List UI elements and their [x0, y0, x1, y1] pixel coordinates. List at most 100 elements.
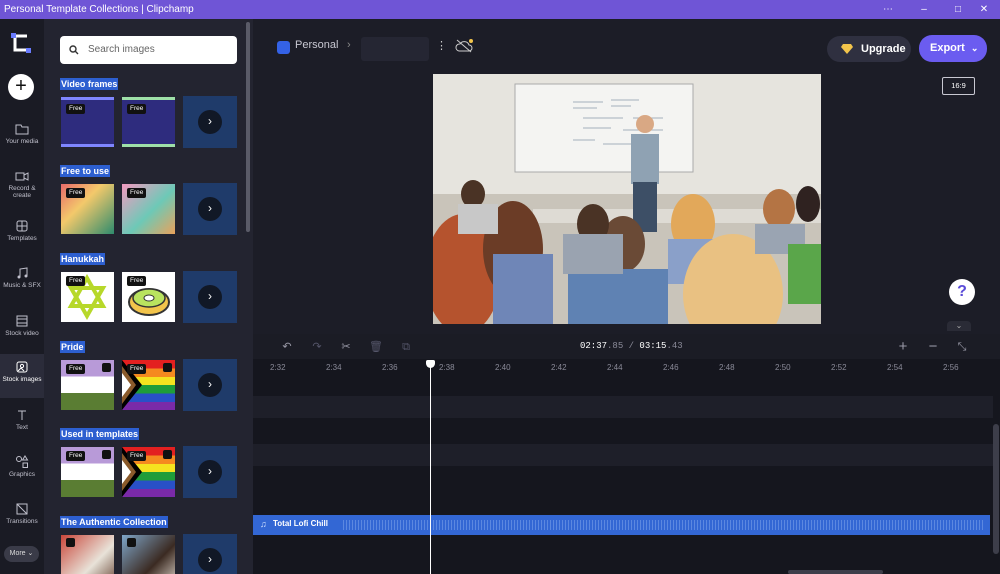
- nav-stock-images[interactable]: Stock images: [0, 354, 44, 398]
- video-track[interactable]: [253, 444, 993, 466]
- image-thumbnail[interactable]: Free: [61, 447, 114, 497]
- see-more-tile[interactable]: ›: [183, 359, 237, 411]
- preview-area: Personal › ⋮ Upgrade Export ⌄ 16:9 ? ⌄: [253, 19, 1000, 334]
- ruler-tick: 2:38: [439, 363, 455, 372]
- window-close-button[interactable]: ✕: [966, 0, 1000, 19]
- timeline-toolbar: ↶ ↷ ✂ 🗑 ⧉ 02:37.85 / 03:15.43 + − ⤡: [253, 334, 1000, 359]
- image-thumbnail[interactable]: Free: [61, 360, 114, 410]
- timeline-horizontal-scrollbar[interactable]: [788, 570, 883, 574]
- ruler-tick: 2:32: [270, 363, 286, 372]
- music-note-icon: ♫: [260, 519, 267, 529]
- ruler-tick: 2:34: [326, 363, 342, 372]
- film-icon: [16, 315, 28, 327]
- more-options-icon[interactable]: ⋮: [436, 39, 447, 52]
- audio-waveform: [343, 520, 983, 530]
- nav-your-media[interactable]: Your media: [0, 116, 44, 160]
- redo-icon[interactable]: ↷: [309, 339, 325, 355]
- nav-music-sfx[interactable]: Music & SFX: [0, 260, 44, 304]
- ruler-tick: 2:52: [831, 363, 847, 372]
- text-icon: [18, 410, 26, 420]
- window-minimize-button[interactable]: –: [906, 0, 942, 19]
- window-options-button[interactable]: ⋯: [870, 0, 906, 19]
- grid-icon: [16, 220, 28, 232]
- scissors-icon[interactable]: ✂: [338, 339, 354, 355]
- audio-clip[interactable]: ♫ Total Lofi Chill: [253, 515, 990, 535]
- undo-icon[interactable]: ↶: [279, 339, 295, 355]
- image-thumbnail[interactable]: Free: [122, 360, 175, 410]
- search-icon: [69, 45, 79, 55]
- nav-record-create[interactable]: Record & create: [0, 163, 44, 207]
- see-more-tile[interactable]: ›: [183, 446, 237, 498]
- section-title: The Authentic Collection: [60, 516, 168, 528]
- clipchamp-logo-icon[interactable]: [8, 30, 34, 56]
- ruler-tick: 2:56: [943, 363, 959, 372]
- ruler-tick: 2:50: [775, 363, 791, 372]
- free-badge: Free: [127, 104, 147, 114]
- nav-graphics[interactable]: Graphics: [0, 449, 44, 493]
- playhead[interactable]: [430, 362, 431, 574]
- image-thumbnail[interactable]: Free: [61, 272, 114, 322]
- project-name[interactable]: Personal: [295, 39, 338, 51]
- image-thumbnail[interactable]: Free: [122, 447, 175, 497]
- nav-label: Text: [16, 424, 28, 431]
- image-thumbnail[interactable]: [61, 535, 114, 574]
- chevron-down-icon: ⌄: [970, 43, 979, 53]
- cloud-offline-icon[interactable]: [455, 39, 473, 53]
- free-badge: Free: [66, 451, 86, 461]
- trash-icon[interactable]: 🗑: [368, 339, 384, 355]
- premium-crown-icon: [127, 538, 136, 547]
- help-button[interactable]: ?: [949, 279, 975, 305]
- video-track[interactable]: [253, 396, 993, 418]
- chevron-right-icon: ›: [198, 373, 222, 397]
- copy-icon[interactable]: ⧉: [398, 339, 414, 355]
- see-more-tile[interactable]: ›: [183, 534, 237, 574]
- nav-label: Record & create: [8, 185, 36, 199]
- image-thumbnail[interactable]: Free: [122, 272, 175, 322]
- zoom-out-icon[interactable]: −: [925, 339, 941, 355]
- free-badge: Free: [66, 276, 86, 286]
- collapse-timeline-icon[interactable]: ⌄: [947, 321, 971, 331]
- zoom-in-icon[interactable]: +: [895, 339, 911, 355]
- see-more-tile[interactable]: ›: [183, 271, 237, 323]
- image-thumbnail[interactable]: [122, 535, 175, 574]
- nav-stock-video[interactable]: Stock video: [0, 308, 44, 352]
- ruler-tick: 2:46: [663, 363, 679, 372]
- nav-label: Stock video: [5, 330, 39, 337]
- chevron-right-icon: ›: [198, 548, 222, 572]
- image-thumbnail[interactable]: Free: [122, 97, 175, 147]
- premium-crown-icon: [102, 450, 111, 459]
- image-thumbnail[interactable]: Free: [61, 97, 114, 147]
- free-badge: Free: [66, 104, 86, 114]
- time-ruler[interactable]: 2:32 2:34 2:36 2:38 2:40 2:42 2:44 2:46 …: [253, 360, 1000, 376]
- nav-label: Stock images: [2, 376, 42, 383]
- panel-scrollbar[interactable]: [246, 22, 250, 232]
- premium-crown-icon: [163, 363, 172, 372]
- more-button[interactable]: More ⌄: [4, 546, 39, 562]
- image-icon: [16, 361, 28, 373]
- window-title: Personal Template Collections | Clipcham…: [4, 4, 194, 15]
- image-thumbnail[interactable]: Free: [122, 184, 175, 234]
- fit-icon[interactable]: ⤡: [954, 339, 970, 355]
- export-button[interactable]: Export ⌄: [919, 35, 987, 62]
- window-titlebar: Personal Template Collections | Clipcham…: [0, 0, 1000, 19]
- section-title: Video frames: [60, 78, 119, 90]
- upgrade-button[interactable]: Upgrade: [827, 36, 911, 62]
- aspect-ratio-button[interactable]: 16:9: [942, 77, 975, 95]
- ruler-tick: 2:44: [607, 363, 623, 372]
- image-thumbnail[interactable]: Free: [61, 184, 114, 234]
- search-input[interactable]: Search images: [60, 36, 237, 64]
- export-label: Export: [930, 42, 965, 54]
- chevron-right-icon: ›: [198, 110, 222, 134]
- free-badge: Free: [66, 364, 86, 374]
- nav-text[interactable]: Text: [0, 402, 44, 446]
- nav-templates[interactable]: Templates: [0, 213, 44, 257]
- see-more-tile[interactable]: ›: [183, 96, 237, 148]
- video-preview[interactable]: [433, 74, 821, 324]
- section-title: Pride: [60, 341, 85, 353]
- timeline-scrollbar[interactable]: [993, 424, 999, 554]
- create-new-button[interactable]: +: [8, 74, 34, 100]
- video-title-input[interactable]: [361, 37, 429, 61]
- nav-transitions[interactable]: Transitions: [0, 496, 44, 540]
- see-more-tile[interactable]: ›: [183, 183, 237, 235]
- search-placeholder: Search images: [88, 44, 155, 55]
